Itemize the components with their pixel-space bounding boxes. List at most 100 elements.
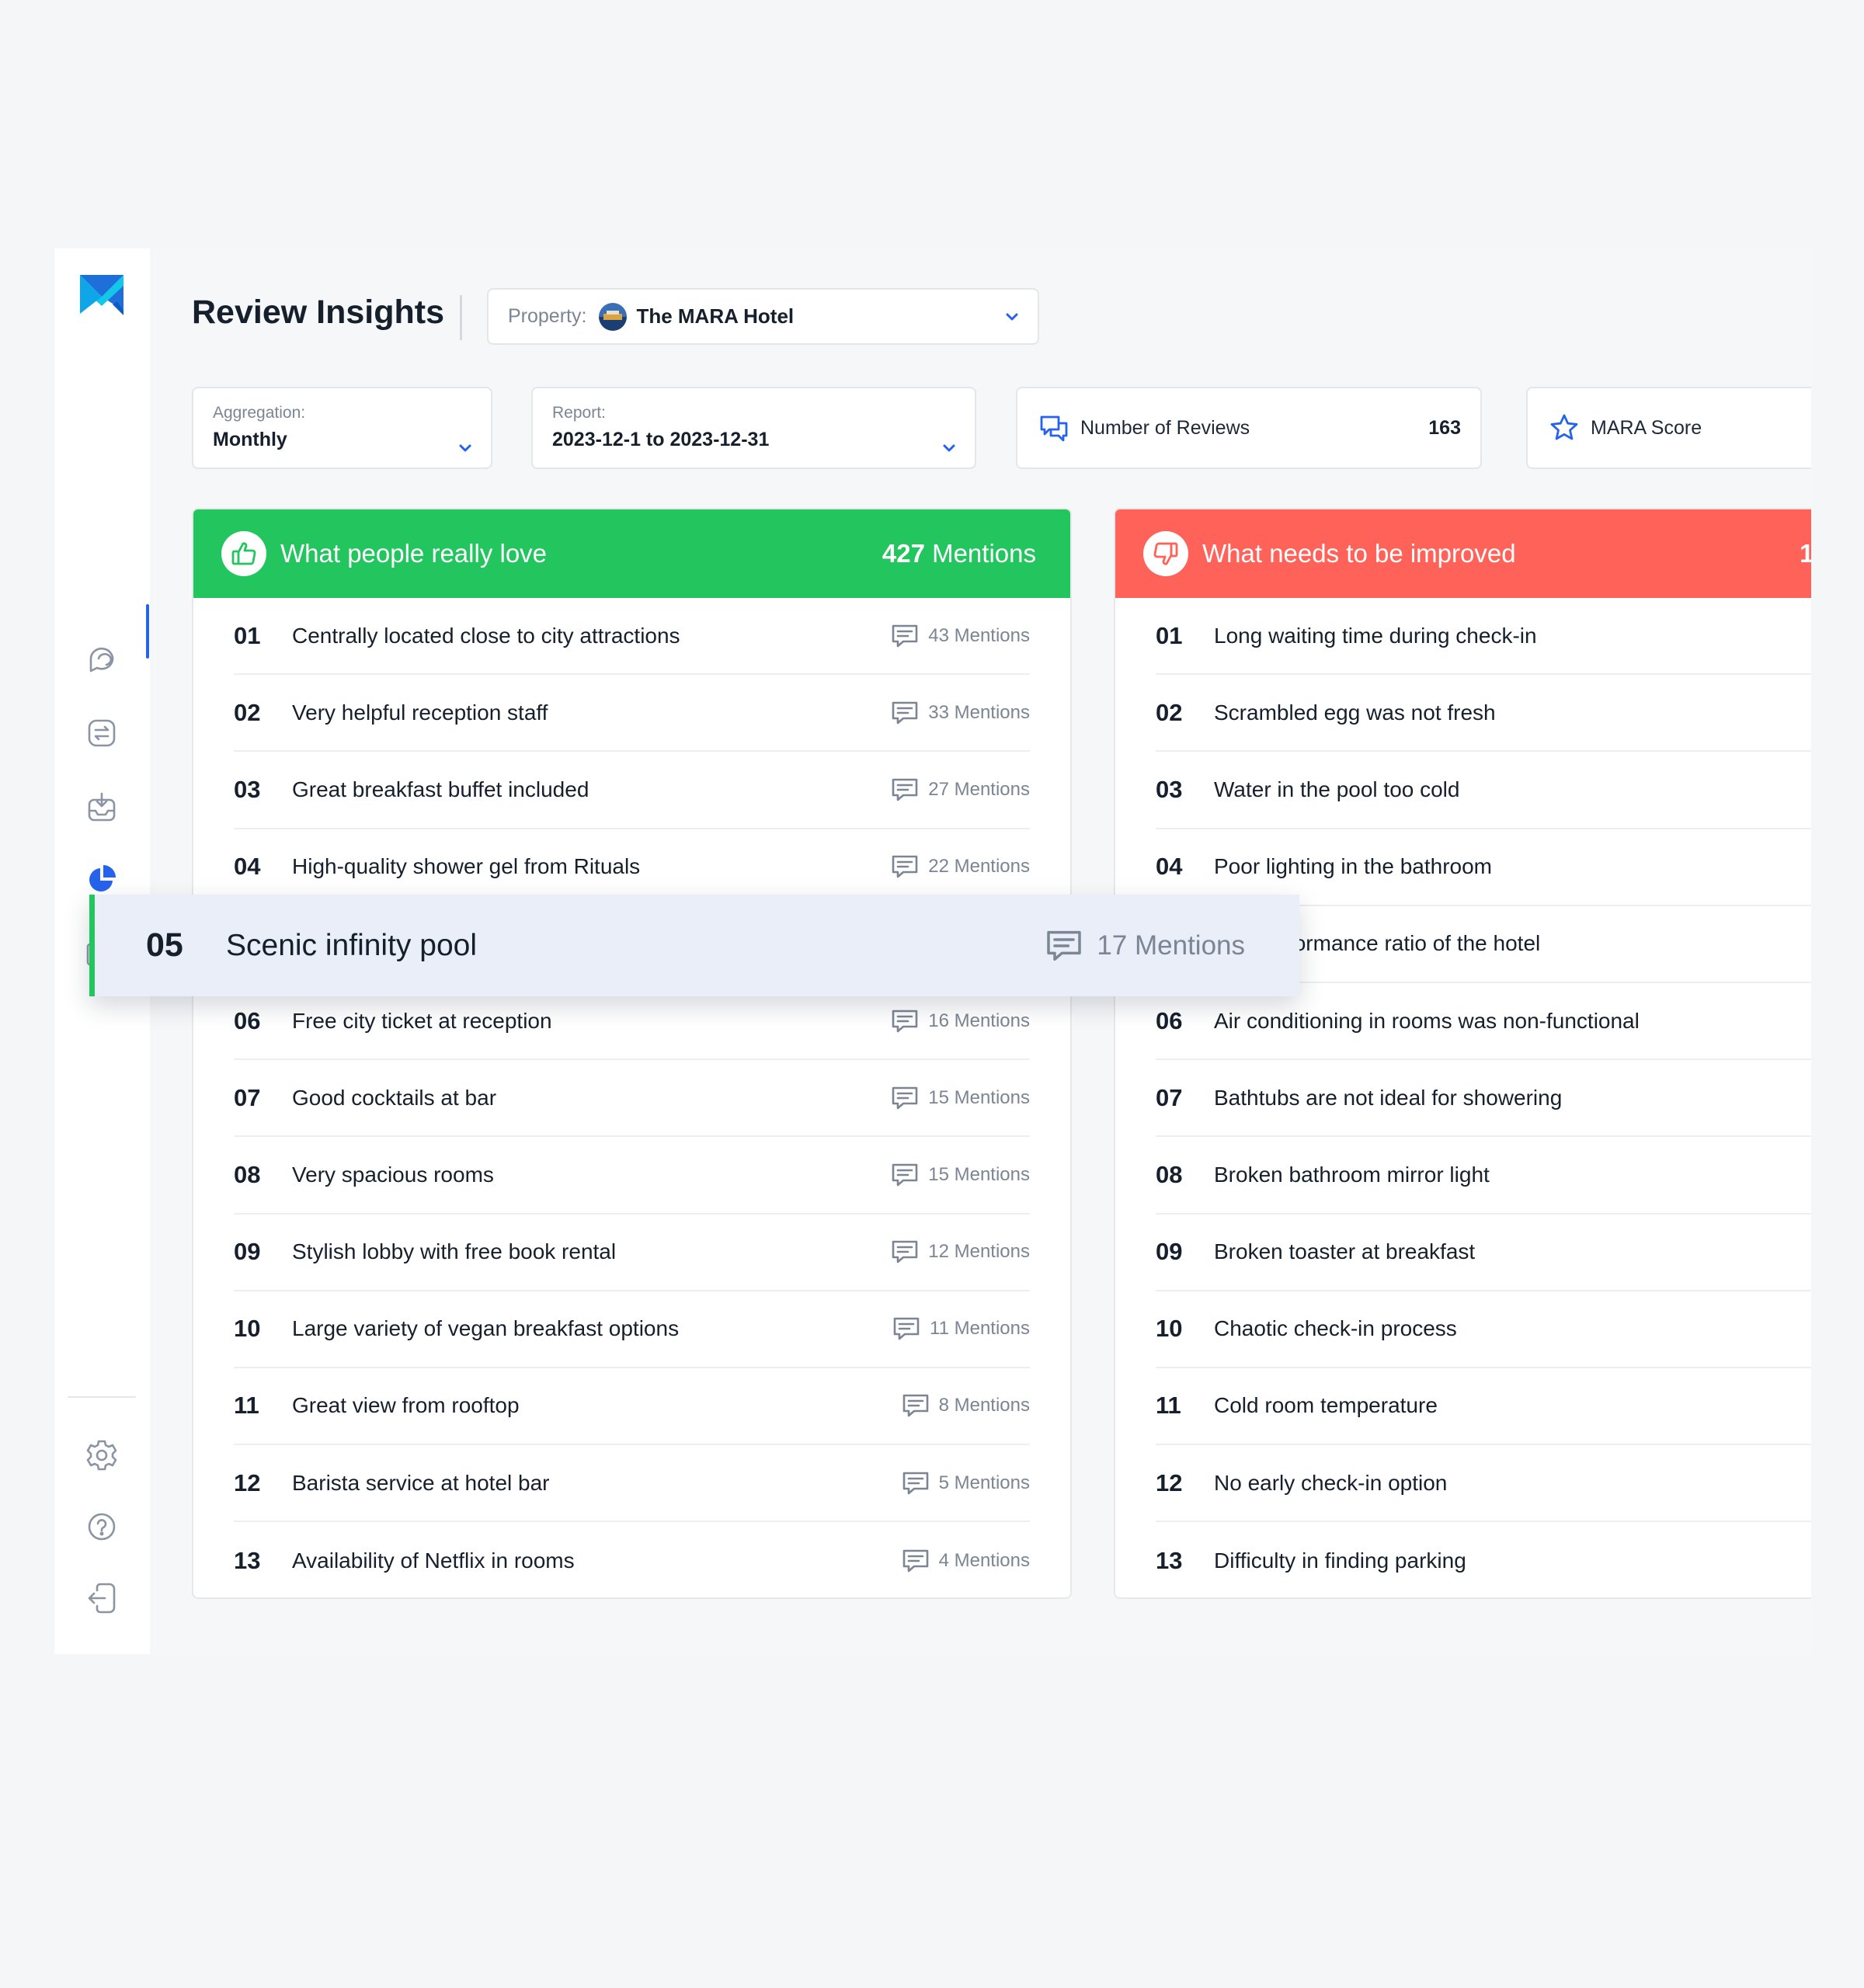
nav-settings[interactable] xyxy=(75,1429,128,1482)
list-item[interactable]: 13 Availability of Netflix in rooms 4 Ment… xyxy=(234,1522,1030,1597)
improve-card-count: 1 xyxy=(1800,539,1811,568)
list-item-text: Good cocktails at bar xyxy=(292,1085,497,1110)
list-item-text: Very helpful reception staff xyxy=(292,700,548,725)
help-icon xyxy=(88,1513,116,1541)
list-item-text: Large variety of vegan breakfast options xyxy=(292,1316,680,1341)
list-item[interactable]: 03 Water in the pool too cold xyxy=(1156,752,1811,829)
list-item[interactable]: 09 Stylish lobby with free book rental 12 … xyxy=(234,1215,1030,1291)
page-title: Review Insights xyxy=(192,294,444,331)
list-item-number: 12 xyxy=(234,1468,261,1496)
brand-logo[interactable] xyxy=(78,272,125,317)
list-item-mentions: 11 Mentions xyxy=(892,1316,1030,1341)
thumbs-down-icon xyxy=(1143,531,1188,576)
nav-chat[interactable] xyxy=(75,632,128,685)
comment-icon xyxy=(892,701,918,725)
comment-icon xyxy=(893,1317,920,1340)
nav-inbox[interactable] xyxy=(75,781,128,834)
list-item[interactable]: 07 Bathtubs are not ideal for showering xyxy=(1156,1060,1811,1138)
nav-logout[interactable] xyxy=(75,1572,128,1625)
report-select[interactable]: Report: 2023-12-1 to 2023-12-31 xyxy=(531,387,976,469)
mentions-label: 43 Mentions xyxy=(928,624,1030,646)
list-item-text: Barista service at hotel bar xyxy=(292,1470,550,1495)
list-item[interactable]: 11 Great view from rooftop 8 Mentions xyxy=(234,1368,1030,1446)
dragged-row-mentions-label: 17 Mentions xyxy=(1097,930,1245,961)
list-item[interactable]: 01 Centrally located close to city attrac… xyxy=(234,598,1030,676)
mentions-label: 16 Mentions xyxy=(928,1010,1030,1031)
comment-icon xyxy=(892,1010,918,1032)
list-item-mentions: 4 Mentions xyxy=(902,1548,1030,1573)
hotel-avatar xyxy=(599,302,628,331)
list-item[interactable]: 13 Difficulty in finding parking xyxy=(1156,1522,1811,1597)
list-item-number: 08 xyxy=(1156,1160,1183,1188)
list-item-text: Bathtubs are not ideal for showering xyxy=(1214,1085,1563,1110)
list-item-text: Centrally located close to city attracti… xyxy=(292,623,680,648)
property-select[interactable]: Property: The MARA Hotel xyxy=(487,288,1039,345)
list-item-text: Air conditioning in rooms was non-functi… xyxy=(1214,1008,1640,1033)
list-item-mentions: 12 Mentions xyxy=(891,1239,1030,1264)
nav-exchange[interactable] xyxy=(75,707,128,759)
mentions-label: 11 Mentions xyxy=(930,1318,1030,1340)
comment-icon xyxy=(892,1240,918,1263)
logout-icon xyxy=(88,1583,116,1614)
list-item-mentions: 15 Mentions xyxy=(891,1086,1030,1110)
aggregation-value: Monthly xyxy=(213,429,287,450)
list-item[interactable]: 03 Great breakfast buffet included 27 Ment… xyxy=(234,752,1030,829)
love-list: 01 Centrally located close to city attrac… xyxy=(234,598,1030,1597)
chevron-down-icon xyxy=(1006,313,1018,320)
list-item[interactable]: 07 Good cocktails at bar 15 Mentions xyxy=(234,1060,1030,1138)
list-item[interactable]: 10 Chaotic check-in process xyxy=(1156,1291,1811,1368)
list-item-text: Broken toaster at breakfast xyxy=(1214,1239,1476,1264)
list-item-mentions: 27 Mentions xyxy=(891,777,1030,802)
improve-card-header: What needs to be improved 1 xyxy=(1115,509,1811,598)
list-item[interactable]: 02 Very helpful reception staff 33 Mention… xyxy=(234,675,1030,752)
property-value: The MARA Hotel xyxy=(636,304,795,328)
list-item-text: Cold room temperature xyxy=(1214,1393,1438,1418)
mentions-label: 15 Mentions xyxy=(928,1163,1030,1185)
reviews-label: Number of Reviews xyxy=(1080,416,1250,439)
report-label: Report: xyxy=(552,404,606,422)
list-item[interactable]: 12 No early check-in option xyxy=(1156,1445,1811,1523)
mentions-label: 5 Mentions xyxy=(938,1472,1030,1493)
dragged-list-item[interactable]: 05 Scenic infinity pool 17 Mentions xyxy=(89,895,1299,996)
list-item-number: 09 xyxy=(1156,1238,1183,1266)
list-item[interactable]: 11 Cold room temperature xyxy=(1156,1368,1811,1446)
list-item[interactable]: 09 Broken toaster at breakfast xyxy=(1156,1215,1811,1291)
list-item-number: 08 xyxy=(234,1160,261,1188)
star-icon xyxy=(1550,414,1578,440)
improve-card-title: What needs to be improved xyxy=(1202,539,1516,568)
list-item-mentions: 43 Mentions xyxy=(891,624,1030,648)
mentions-label: 4 Mentions xyxy=(938,1549,1030,1571)
list-item-number: 07 xyxy=(1156,1083,1183,1111)
app-window: Review Insights Property: The MARA Hotel… xyxy=(54,248,1811,1654)
list-item[interactable]: 02 Scrambled egg was not fresh xyxy=(1156,675,1811,752)
list-item-number: 07 xyxy=(234,1083,261,1111)
dragged-row-mentions: 17 Mentions xyxy=(1045,929,1245,963)
list-item[interactable]: 08 Very spacious rooms 15 Mentions xyxy=(234,1137,1030,1215)
list-item[interactable]: 12 Barista service at hotel bar 5 Mentions xyxy=(234,1445,1030,1523)
list-item-text: Scrambled egg was not fresh xyxy=(1214,700,1496,725)
property-label: Property: xyxy=(508,305,587,327)
list-item-text: Difficulty in finding parking xyxy=(1214,1548,1466,1573)
mentions-label: 8 Mentions xyxy=(938,1395,1030,1416)
reviews-stat: Number of Reviews 163 xyxy=(1016,387,1482,469)
report-value: 2023-12-1 to 2023-12-31 xyxy=(552,429,770,450)
comment-icon xyxy=(902,1395,928,1417)
list-item[interactable]: 10 Large variety of vegan breakfast optio… xyxy=(234,1291,1030,1368)
aggregation-select[interactable]: Aggregation: Monthly xyxy=(192,387,492,469)
list-item[interactable]: 08 Broken bathroom mirror light xyxy=(1156,1137,1811,1215)
love-card-header: What people really love 427 Mentions xyxy=(193,509,1070,598)
list-item-text: Free city ticket at reception xyxy=(292,1008,552,1033)
list-item-text: High-quality shower gel from Rituals xyxy=(292,854,641,879)
love-card: What people really love 427 Mentions 01 C… xyxy=(192,508,1072,1599)
nav-help[interactable] xyxy=(75,1500,128,1553)
list-item-text: Water in the pool too cold xyxy=(1214,777,1460,801)
list-item-number: 11 xyxy=(234,1392,259,1420)
comment-icon xyxy=(892,624,918,647)
list-item-mentions: 16 Mentions xyxy=(891,1009,1030,1034)
list-item-number: 06 xyxy=(234,1006,261,1034)
mentions-label: 15 Mentions xyxy=(928,1086,1030,1108)
active-nav-indicator xyxy=(146,604,149,659)
list-item-number: 02 xyxy=(1156,698,1183,726)
dragged-row-text: Scenic infinity pool xyxy=(226,928,478,962)
list-item[interactable]: 01 Long waiting time during check-in xyxy=(1156,598,1811,676)
